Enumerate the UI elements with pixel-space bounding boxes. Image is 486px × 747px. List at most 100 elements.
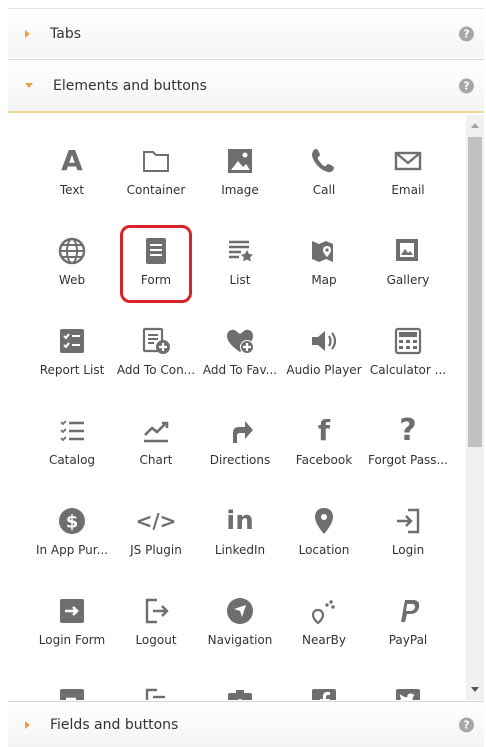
partial-login-form-icon (54, 684, 90, 700)
element-tile-call[interactable]: Call (282, 139, 366, 229)
element-label: Login Form (38, 633, 106, 647)
element-tile-login-form[interactable]: Login Form (30, 589, 114, 679)
element-tile-partial-32[interactable] (198, 679, 282, 700)
js-plugin-icon: </> (135, 504, 177, 538)
element-tile-container[interactable]: Container (114, 139, 198, 229)
scroll-down-arrow-icon[interactable] (471, 687, 479, 692)
element-tile-navigation[interactable]: Navigation (198, 589, 282, 679)
element-tile-partial-31[interactable] (114, 679, 198, 700)
section-title: Tabs (50, 25, 81, 42)
element-label: Image (221, 183, 259, 197)
element-tile-in-app-pur[interactable]: $ In App Pur... (30, 499, 114, 589)
paypal-icon (390, 594, 426, 628)
element-tile-map[interactable]: Map (282, 229, 366, 319)
element-tile-form[interactable]: Form (114, 225, 198, 319)
web-icon (54, 234, 90, 268)
element-label: NearBy (302, 633, 346, 647)
text-icon: A (54, 144, 90, 178)
section-elements-header[interactable]: Elements and buttons ? (8, 59, 484, 113)
logout-icon (138, 594, 174, 628)
help-icon[interactable]: ? (459, 717, 474, 732)
element-label: Report List (39, 363, 105, 377)
partial-twitter-icon (390, 684, 426, 700)
directions-icon (222, 414, 258, 448)
element-tile-linkedin[interactable]: in LinkedIn (198, 499, 282, 589)
element-tile-email[interactable]: Email (366, 139, 450, 229)
element-tile-catalog[interactable]: Catalog (30, 409, 114, 499)
section-fields-header[interactable]: Fields and buttons ? (8, 701, 484, 747)
element-label: Map (311, 273, 337, 287)
facebook-icon: f (306, 414, 342, 448)
element-tile-text[interactable]: A Text (30, 139, 114, 229)
element-label: Call (312, 183, 336, 197)
element-tile-logout[interactable]: Logout (114, 589, 198, 679)
element-label: Add To Fav... (202, 363, 278, 377)
element-label: Login (391, 543, 425, 557)
container-icon (138, 144, 174, 178)
element-tile-partial-34[interactable] (366, 679, 450, 700)
calculator-icon (390, 324, 426, 358)
element-tile-add-to-fav[interactable]: Add To Fav... (198, 319, 282, 409)
element-tile-partial-33[interactable] (282, 679, 366, 700)
js-plugin-icon-glyph: </> (135, 509, 177, 533)
element-label: Location (298, 543, 350, 557)
nearby-icon (306, 594, 342, 628)
add-to-contacts-icon (138, 324, 174, 358)
element-label: Forgot Pass... (367, 453, 448, 467)
elements-panel: A Text Container Image Call Email Web Form List M… (8, 115, 466, 700)
element-tile-gallery[interactable]: Gallery (366, 229, 450, 319)
scrollbar[interactable] (466, 115, 484, 700)
section-title: Fields and buttons (50, 716, 179, 733)
element-tile-calculator[interactable]: Calculator ... (366, 319, 450, 409)
element-label: Directions (209, 453, 271, 467)
element-tile-partial-30[interactable] (30, 679, 114, 700)
forgot-password-icon: ? (390, 414, 426, 448)
element-tile-location[interactable]: Location (282, 499, 366, 589)
element-label: Navigation (207, 633, 273, 647)
section-tabs-header[interactable]: Tabs ? (8, 8, 484, 58)
element-label: Text (59, 183, 85, 197)
element-tile-add-to-con[interactable]: Add To Con... (114, 319, 198, 409)
scroll-up-arrow-icon[interactable] (471, 123, 479, 128)
element-tile-report-list[interactable]: Report List (30, 319, 114, 409)
expand-arrow-icon (25, 720, 30, 729)
element-label: LinkedIn (214, 543, 266, 557)
element-tile-web[interactable]: Web (30, 229, 114, 319)
partial-logout-icon (138, 684, 174, 700)
partial-facebook-icon (306, 684, 342, 700)
element-tile-facebook[interactable]: f Facebook (282, 409, 366, 499)
element-tile-audio-player[interactable]: Audio Player (282, 319, 366, 409)
element-tile-directions[interactable]: Directions (198, 409, 282, 499)
element-tile-image[interactable]: Image (198, 139, 282, 229)
element-tile-paypal[interactable]: PayPal (366, 589, 450, 679)
element-label: Catalog (48, 453, 96, 467)
element-tile-forgot-pass[interactable]: ? Forgot Pass... (366, 409, 450, 499)
help-icon[interactable]: ? (459, 26, 474, 41)
in-app-purchase-icon: $ (54, 504, 90, 538)
linkedin-icon: in (222, 504, 258, 538)
element-label: Audio Player (286, 363, 362, 377)
location-icon (306, 504, 342, 538)
element-label: JS Plugin (130, 543, 182, 557)
login-icon (390, 504, 426, 538)
scrollbar-thumb[interactable] (468, 137, 482, 447)
element-label: PayPal (388, 633, 428, 647)
audio-player-icon (306, 324, 342, 358)
navigation-icon (222, 594, 258, 628)
element-label: Gallery (386, 273, 430, 287)
element-tile-chart[interactable]: Chart (114, 409, 198, 499)
help-icon[interactable]: ? (459, 78, 474, 93)
element-tile-js-plugin[interactable]: </> JS Plugin (114, 499, 198, 589)
element-tile-login[interactable]: Login (366, 499, 450, 589)
element-label: Logout (135, 633, 177, 647)
element-tile-list[interactable]: List (198, 229, 282, 319)
image-icon (222, 144, 258, 178)
element-label: Add To Con... (116, 363, 196, 377)
element-label: Form (140, 273, 172, 287)
login-form-icon (54, 594, 90, 628)
facebook-icon-glyph: f (317, 414, 331, 447)
element-label: Container (126, 183, 186, 197)
section-title: Elements and buttons (53, 77, 207, 94)
linkedin-icon-glyph: in (226, 506, 254, 536)
element-tile-nearby[interactable]: NearBy (282, 589, 366, 679)
